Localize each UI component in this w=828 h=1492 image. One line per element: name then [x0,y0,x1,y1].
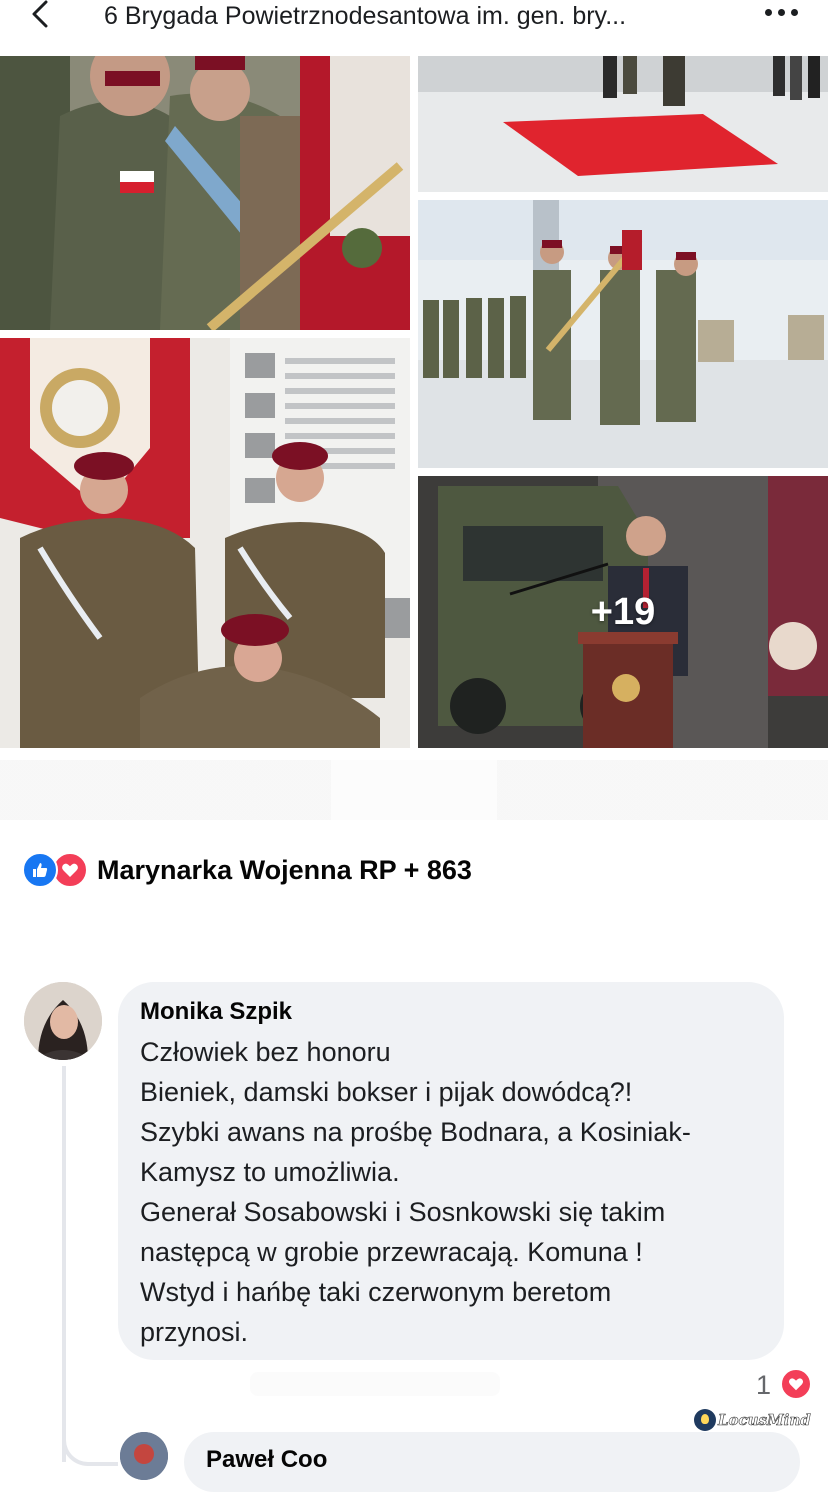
watermark: LocusMind [694,1408,811,1432]
like-icon [22,852,58,888]
reactions-text: Marynarka Wojenna RP + 863 [97,854,472,885]
top-bar: 6 Brygada Powietrznodesantowa im. gen. b… [0,0,828,52]
comment-author[interactable]: Monika Szpik [140,996,762,1028]
comment-text: Człowiek bez honoru Bieniek, damski boks… [140,1037,691,1347]
more-horizontal-icon [764,8,772,16]
post-photo-1[interactable] [0,56,410,330]
reply-avatar[interactable] [120,1432,168,1480]
post-photo-4[interactable] [0,338,410,748]
comment-bubble[interactable]: Monika Szpik Człowiek bez honoru Bieniek… [118,982,784,1360]
post-photo-2[interactable] [418,56,828,192]
more-photos-count[interactable]: +19 [418,476,828,748]
post-action-row [0,760,828,820]
love-icon[interactable] [780,1368,812,1400]
thread-connector [62,1430,118,1466]
comment-actions [250,1372,500,1396]
thread-line [62,1066,66,1462]
avatar[interactable] [24,982,102,1060]
lightbulb-icon [694,1409,716,1431]
reply-author[interactable]: Paweł Coo [206,1444,778,1476]
chevron-left-icon [32,0,48,28]
reply-bubble[interactable]: Paweł Coo [184,1432,800,1492]
more-options-button[interactable] [756,2,806,22]
reactions-summary[interactable]: Marynarka Wojenna RP + 863 [22,848,472,892]
post-photo-3[interactable] [418,200,828,468]
back-button[interactable] [28,0,68,32]
watermark-text: LocusMind [718,1411,811,1430]
comment-reaction-count[interactable]: 1 [756,1368,771,1402]
page-title[interactable]: 6 Brygada Powietrznodesantowa im. gen. b… [104,0,744,34]
